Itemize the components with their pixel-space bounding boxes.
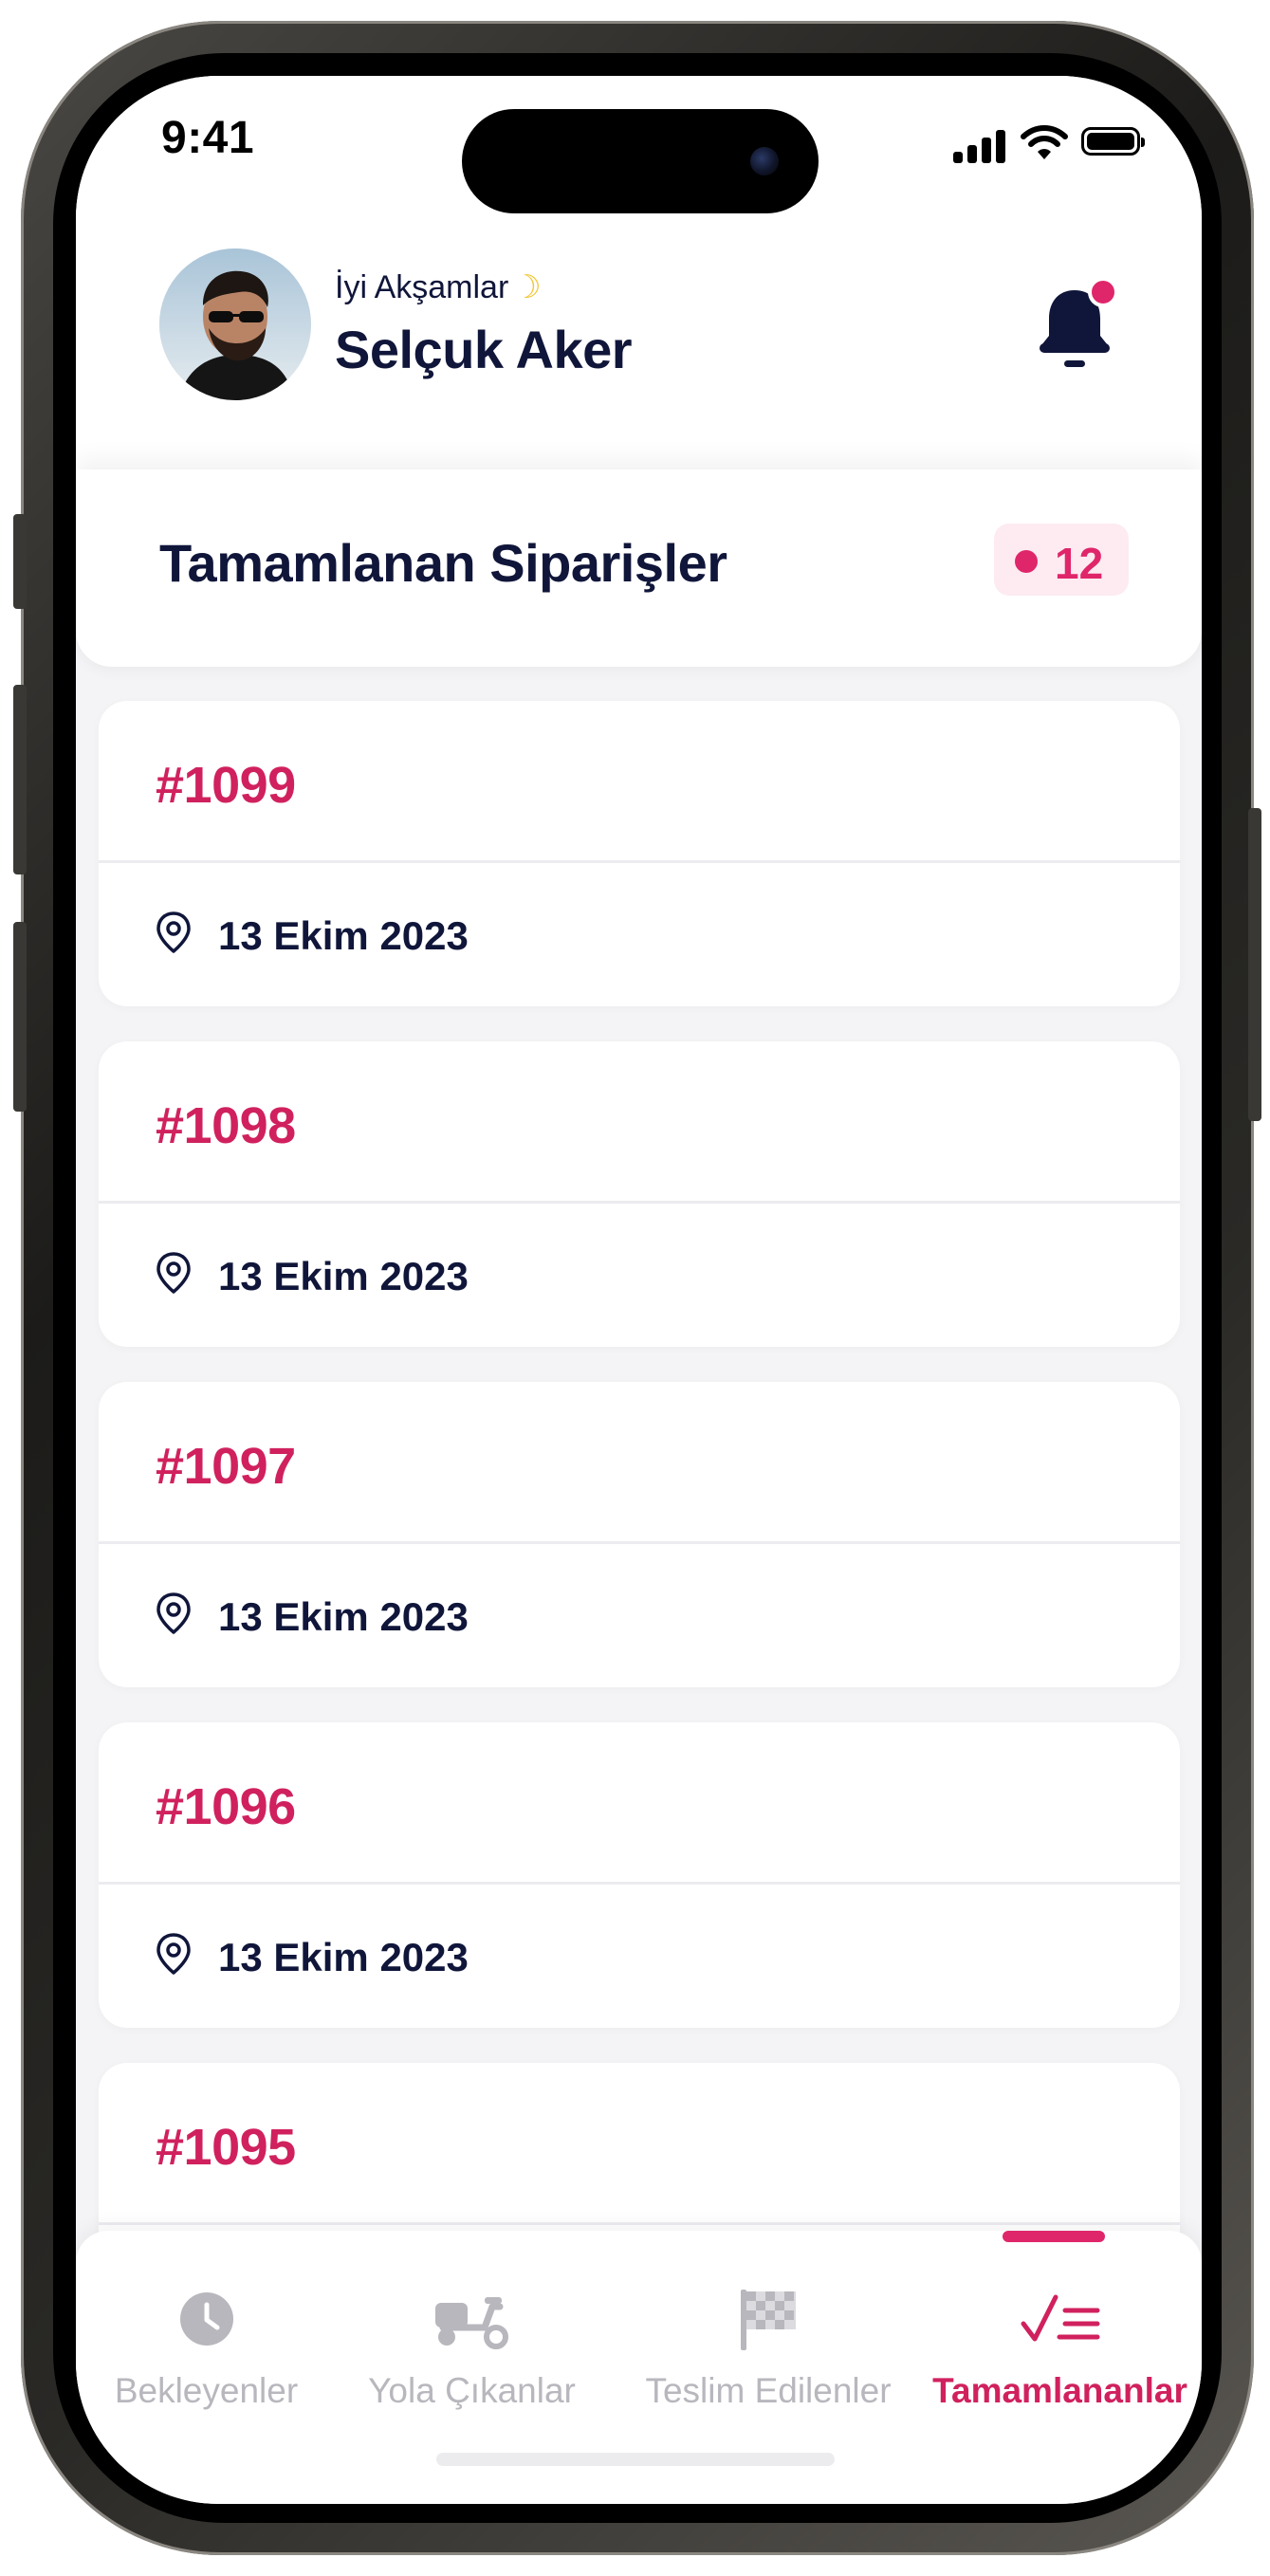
dynamic-island (462, 109, 819, 213)
tab-label: Tamamlananlar (932, 2371, 1187, 2410)
order-card[interactable]: #1098 13 Ekim 2023 (99, 1041, 1180, 1347)
volume-up-button (13, 685, 27, 874)
tab-bekleyenler[interactable]: Bekleyenler (85, 2231, 327, 2420)
checkered-flag-icon (741, 2290, 796, 2350)
section-header: Tamamlanan Siparişler 12 (76, 469, 1202, 667)
silent-switch (13, 514, 27, 609)
order-date: 13 Ekim 2023 (218, 1935, 469, 1979)
order-id: #1097 (156, 1438, 296, 1495)
greeting-label: İyi Akşamlar (335, 269, 509, 305)
order-date: 13 Ekim 2023 (218, 913, 469, 958)
user-name: Selçuk Aker (335, 320, 633, 379)
order-id: #1098 (156, 1097, 296, 1154)
count-badge: 12 (994, 524, 1129, 596)
avatar-photo (159, 248, 311, 400)
avatar[interactable] (159, 248, 311, 400)
clock-icon (179, 2292, 233, 2346)
home-indicator (436, 2453, 835, 2466)
order-card[interactable]: #1096 13 Ekim 2023 (99, 1722, 1180, 2028)
divider (99, 2222, 1180, 2225)
tab-label: Bekleyenler (114, 2371, 299, 2410)
power-button (1248, 808, 1261, 1121)
tab-label: Teslim Edilenler (645, 2371, 892, 2410)
order-id: #1099 (156, 757, 296, 814)
checklist-icon (1021, 2294, 1099, 2342)
greeting-text: İyi Akşamlar ☽ (335, 268, 542, 306)
front-camera (750, 147, 779, 175)
divider (99, 1541, 1180, 1544)
location-pin-icon (156, 1933, 191, 1975)
order-id: #1096 (156, 1778, 296, 1835)
tab-teslim-edilenler[interactable]: Teslim Edilenler (617, 2231, 920, 2420)
order-date: 13 Ekim 2023 (218, 1254, 469, 1298)
location-pin-icon (156, 1592, 191, 1634)
tab-tamamlananlar[interactable]: Tamamlananlar (925, 2231, 1195, 2420)
app-screen: İyi Akşamlar ☽ Selçuk Aker Tamamlanan Sip… (76, 76, 1202, 2504)
battery-icon (1081, 127, 1145, 156)
location-pin-icon (156, 1252, 191, 1294)
order-card[interactable]: #1097 13 Ekim 2023 (99, 1382, 1180, 1687)
notification-dot (1088, 277, 1118, 307)
order-date: 13 Ekim 2023 (218, 1594, 469, 1639)
order-card[interactable]: #1099 13 Ekim 2023 (99, 701, 1180, 1006)
wifi-icon (1021, 125, 1068, 159)
status-time: 9:41 (161, 113, 255, 163)
divider (99, 860, 1180, 863)
cellular-signal-icon (953, 129, 1008, 163)
moon-icon: ☽ (512, 269, 542, 305)
divider (99, 1201, 1180, 1204)
location-pin-icon (156, 911, 191, 953)
tab-label: Yola Çıkanlar (368, 2371, 576, 2410)
tab-yola-cikanlar[interactable]: Yola Çıkanlar (337, 2231, 607, 2420)
order-id: #1095 (156, 2119, 296, 2176)
order-count: 12 (1055, 539, 1104, 588)
divider (99, 1882, 1180, 1885)
badge-dot (1015, 550, 1038, 573)
volume-down-button (13, 922, 27, 1112)
order-list: #1099 13 Ekim 2023 #1098 13 Ekim 2023 #1… (99, 701, 1180, 2403)
scooter-icon (434, 2297, 508, 2349)
section-title: Tamamlanan Siparişler (159, 533, 727, 593)
